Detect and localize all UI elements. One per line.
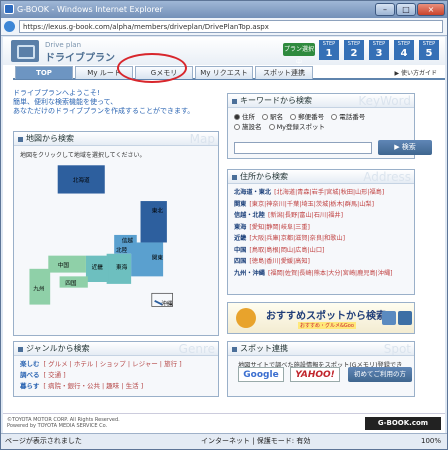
option-postal[interactable]: 郵便番号 <box>290 112 324 122</box>
copyright: ©TOYOTA MOTOR CORP. All Rights Reserved.… <box>7 417 120 429</box>
maximize-button[interactable]: □ <box>396 3 416 16</box>
address-row[interactable]: 北海道・東北 [北海道|青森|岩手|宮城|秋田|山形|福島] <box>234 187 408 199</box>
label-shinetsu: 信越 <box>122 236 134 244</box>
gbook-logo[interactable]: G-BOOK.com <box>365 417 441 430</box>
option-my-spot[interactable]: My登録スポット <box>268 122 325 132</box>
close-button[interactable]: × <box>417 3 445 16</box>
tab-my-request[interactable]: My リクエスト <box>195 66 253 79</box>
map-panel-header: 地図から検索 Map <box>14 132 218 146</box>
highlight-ellipse <box>117 53 187 83</box>
label-kinki: 近畿 <box>92 263 104 271</box>
banner-tag: おすすめ・グルメ&Goo <box>298 322 356 329</box>
site-header: Drive plan ドライブプラン プラン選択中 STEP 1 STEP 2 ST… <box>3 37 445 66</box>
step-2[interactable]: STEP 2 <box>344 40 364 60</box>
address-list: 北海道・東北 [北海道|青森|岩手|宮城|秋田|山形|福島] 関東 [東京|神奈川|… <box>228 184 414 282</box>
spot-icon <box>398 311 412 325</box>
label-okinawa: 沖縄 <box>161 300 173 308</box>
address-row[interactable]: 東海 [愛知|静岡|岐阜|三重] <box>234 222 408 234</box>
option-phone[interactable]: 電話番号 <box>331 112 365 122</box>
address-search-panel: 住所から検索 Address 北海道・東北 [北海道|青森|岩手|宮城|秋田|山形|… <box>227 169 415 295</box>
security-zone: インターネット | 保護モード: 有効 <box>201 437 311 445</box>
keyword-search-panel: キーワードから検索 KeyWord 住所 駅名 郵便番号 電話番号 施設名 My登… <box>227 93 432 159</box>
pin-icon <box>236 308 256 328</box>
genre-row[interactable]: 楽しむ[ グルメ | ホテル | ショップ | レジャー | 旅行 ] <box>20 359 212 370</box>
step-indicator: プラン選択中 STEP 1 STEP 2 STEP 3 STEP 4 STEP 5 <box>283 40 445 66</box>
recommend-spot-banner[interactable]: おすすめスポットから検索 おすすめ・グルメ&Goo <box>227 302 415 334</box>
car-plan-badge: プラン選択中 <box>283 43 315 66</box>
spot-panel-header: スポット連携 Spot <box>228 342 414 356</box>
label-shikoku: 四国 <box>65 280 77 287</box>
tab-top[interactable]: TOP <box>15 66 73 79</box>
address-row[interactable]: 信越・北陸 [新潟|長野|富山|石川|福井] <box>234 210 408 222</box>
address-row[interactable]: 近畿 [大阪|兵庫|京都|滋賀|奈良|和歌山] <box>234 233 408 245</box>
keyword-input[interactable] <box>234 142 372 154</box>
label-kanto: 関東 <box>152 253 164 261</box>
address-row[interactable]: 九州・沖縄 [福岡|佐賀|長崎|熊本|大分|宮崎|鹿児島|沖縄] <box>234 268 408 280</box>
globe-icon <box>4 21 15 32</box>
ie-icon <box>4 4 14 14</box>
step-1[interactable]: STEP 1 <box>319 40 339 60</box>
genre-panel-header: ジャンルから検索 Genre <box>14 342 218 356</box>
label-hokkaido: 北海道 <box>73 176 90 184</box>
address-panel-header: 住所から検索 Address <box>228 170 414 184</box>
status-text: ページが表示されました <box>5 437 82 445</box>
keyword-search-button[interactable]: ▶ 検索 <box>378 140 432 155</box>
genre-search-panel: ジャンルから検索 Genre 楽しむ[ グルメ | ホテル | ショップ | レジ… <box>13 341 219 397</box>
keyword-options: 住所 駅名 郵便番号 電話番号 施設名 My登録スポット <box>228 108 414 132</box>
genre-row[interactable]: 調べる[ 交通 ] <box>20 370 212 381</box>
page-content: Drive plan ドライブプラン プラン選択中 STEP 1 STEP 2 ST… <box>3 37 445 433</box>
address-bar: https://lexus.g-book.com/alpha/members/d… <box>1 18 447 36</box>
intro-text: ドライブプランへようこそ! 簡単、便利な検索機能を使って、 あなただけのドライブ… <box>13 89 195 115</box>
status-bar: ページが表示されました インターネット | 保護モード: 有効 100% <box>1 433 447 449</box>
keyword-panel-header: キーワードから検索 KeyWord <box>228 94 414 108</box>
option-facility[interactable]: 施設名 <box>234 122 262 132</box>
header-subtitle: Drive plan <box>45 41 82 49</box>
option-address[interactable]: 住所 <box>234 112 255 122</box>
option-station[interactable]: 駅名 <box>262 112 283 122</box>
step-3[interactable]: STEP 3 <box>369 40 389 60</box>
yahoo-button[interactable]: YAHOO! <box>290 367 340 382</box>
title-bar: G-BOOK - Windows Internet Explorer – □ × <box>1 1 447 18</box>
banner-title: おすすめスポットから検索 <box>266 311 386 322</box>
map-search-panel: 地図から検索 Map 地図をクリックして地域を選択してください。 北海道 東北 … <box>13 131 219 336</box>
zoom-level[interactable]: 100% <box>421 434 441 449</box>
address-row[interactable]: 中国 [鳥取|島根|岡山|広島|山口] <box>234 245 408 257</box>
page-title: ドライブプラン <box>45 53 115 64</box>
japan-map[interactable]: 北海道 東北 関東 信越 北陸 東海 近畿 中国 四国 九州 沖縄 <box>14 154 220 314</box>
first-time-button[interactable]: 初めてご利用の方 <box>348 367 412 382</box>
step-4[interactable]: STEP 4 <box>394 40 414 60</box>
label-kyushu: 九州 <box>33 284 45 292</box>
label-tohoku: 東北 <box>152 206 164 214</box>
window-title: G-BOOK - Windows Internet Explorer <box>17 5 163 14</box>
minimize-button[interactable]: – <box>375 3 395 16</box>
address-row[interactable]: 関東 [東京|神奈川|千葉|埼玉|茨城|栃木|群馬|山梨] <box>234 199 408 211</box>
label-tokai: 東海 <box>116 263 128 271</box>
address-row[interactable]: 四国 [徳島|香川|愛媛|高知] <box>234 256 408 268</box>
howto-guide-link[interactable]: ▶ 使い方ガイド <box>394 68 437 77</box>
driveplan-logo-icon <box>11 40 39 62</box>
label-hokuriku: 北陸 <box>116 246 128 254</box>
tohoku-shape[interactable] <box>140 201 167 243</box>
tab-spot-link[interactable]: スポット連携 <box>255 66 313 79</box>
google-button[interactable]: Google <box>238 367 284 382</box>
label-chugoku: 中国 <box>58 261 70 269</box>
url-field[interactable]: https://lexus.g-book.com/alpha/members/d… <box>19 20 443 33</box>
spot-icon <box>382 311 396 325</box>
genre-list: 楽しむ[ グルメ | ホテル | ショップ | レジャー | 旅行 ] 調べる[… <box>14 356 218 395</box>
tab-bar: TOP My ルート Gメモリ My リクエスト スポット連携 ▶ 使い方ガイド <box>13 66 445 80</box>
spot-link-panel: スポット連携Spot 地図サイトで調べた施設情報をスポット(Gメモリ)登録できま… <box>227 341 415 397</box>
step-5[interactable]: STEP 5 <box>419 40 439 60</box>
genre-row[interactable]: 暮らす[ 病院・銀行・公共 | 趣味 | 生活 ] <box>20 381 212 392</box>
browser-window: G-BOOK - Windows Internet Explorer – □ ×… <box>0 0 448 450</box>
page-footer: ©TOYOTA MOTOR CORP. All Rights Reserved.… <box>3 413 445 433</box>
